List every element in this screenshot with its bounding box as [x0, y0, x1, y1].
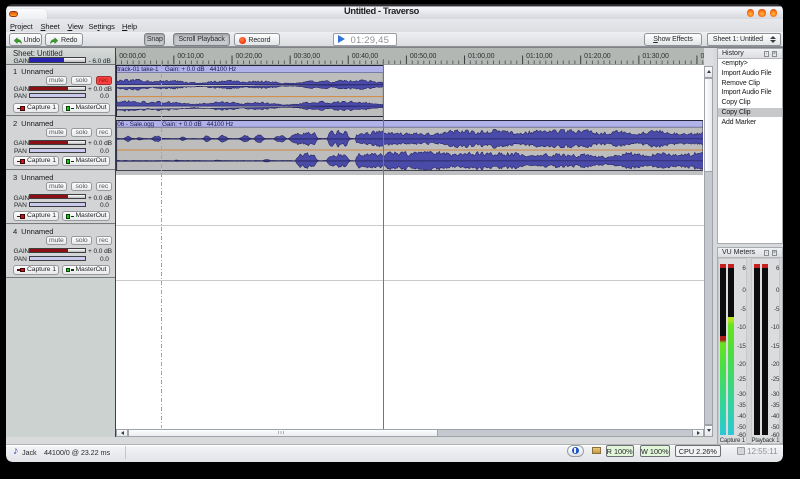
svg-text:01:00,00: 01:00,00	[468, 53, 495, 60]
svg-text:00:00,00: 00:00,00	[119, 53, 146, 60]
svg-text:01:20,00: 01:20,00	[584, 53, 611, 60]
svg-text:00:10,00: 00:10,00	[177, 53, 204, 60]
svg-text:00:30,00: 00:30,00	[293, 53, 320, 60]
svg-text:00:50,00: 00:50,00	[410, 53, 437, 60]
svg-text:01:30,00: 01:30,00	[642, 53, 669, 60]
svg-text:01:10,00: 01:10,00	[526, 53, 553, 60]
svg-text:00:40,00: 00:40,00	[352, 53, 379, 60]
svg-text:00:20,00: 00:20,00	[235, 53, 262, 60]
